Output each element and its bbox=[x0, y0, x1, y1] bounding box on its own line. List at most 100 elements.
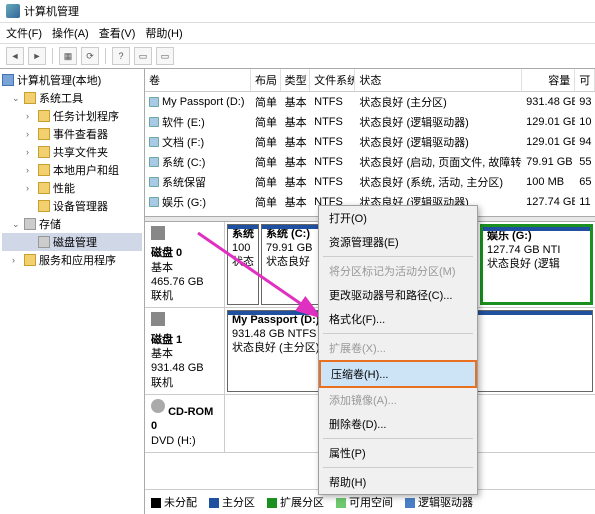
volume-row[interactable]: My Passport (D:)简单基本NTFS状态良好 (主分区)931.48… bbox=[145, 92, 595, 112]
separator bbox=[323, 438, 473, 439]
context-menu: 打开(O) 资源管理器(E) 将分区标记为活动分区(M) 更改驱动器号和路径(C… bbox=[318, 205, 478, 495]
title-bar: 计算机管理 bbox=[0, 0, 595, 23]
col-avail[interactable]: 可 bbox=[575, 69, 595, 91]
volume-row[interactable]: 文档 (F:)简单基本NTFS状态良好 (逻辑驱动器)129.01 GB94 bbox=[145, 132, 595, 152]
back-button[interactable]: ◄ bbox=[6, 47, 24, 65]
separator bbox=[323, 467, 473, 468]
ctx-change-letter[interactable]: 更改驱动器号和路径(C)... bbox=[319, 283, 477, 307]
partition-system-reserved[interactable]: 系统100状态 bbox=[227, 224, 259, 305]
disk-icon bbox=[151, 312, 165, 326]
computer-icon bbox=[2, 74, 14, 86]
toolbar-btn-2[interactable]: ? bbox=[112, 47, 130, 65]
tree-perf[interactable]: ›性能 bbox=[2, 179, 142, 197]
volume-row[interactable]: 系统 (C:)简单基本NTFS状态良好 (启动, 页面文件, 故障转储, 主分区… bbox=[145, 152, 595, 172]
tree-services[interactable]: ›服务和应用程序 bbox=[2, 251, 142, 269]
legend-logical: 逻辑驱动器 bbox=[405, 494, 473, 510]
volume-icon bbox=[149, 117, 159, 127]
event-icon bbox=[38, 128, 50, 140]
separator bbox=[323, 333, 473, 334]
expand-icon[interactable]: › bbox=[12, 255, 21, 265]
menu-help[interactable]: 帮助(H) bbox=[145, 25, 182, 41]
app-icon bbox=[6, 4, 20, 18]
toolbar: ◄ ► ▦ ⟳ ? ▭ ▭ bbox=[0, 44, 595, 69]
ctx-extend: 扩展卷(X)... bbox=[319, 336, 477, 360]
ctx-mark-active: 将分区标记为活动分区(M) bbox=[319, 259, 477, 283]
volume-icon bbox=[149, 177, 159, 187]
separator bbox=[323, 256, 473, 257]
volume-icon bbox=[149, 157, 159, 167]
expand-icon[interactable]: › bbox=[26, 129, 35, 139]
ctx-add-mirror: 添加镜像(A)... bbox=[319, 388, 477, 412]
disk-icon bbox=[151, 226, 165, 240]
tree-root[interactable]: 计算机管理(本地) bbox=[2, 71, 142, 89]
collapse-icon[interactable]: ⌄ bbox=[12, 93, 21, 104]
toolbar-btn-3[interactable]: ▭ bbox=[134, 47, 152, 65]
disk1-label[interactable]: 磁盘 1 基本 931.48 GB 联机 bbox=[145, 308, 225, 393]
partition-c[interactable]: 系统 (C:)79.91 GB状态良好 bbox=[261, 224, 323, 305]
cdrom-label[interactable]: CD-ROM 0 DVD (H:) bbox=[145, 395, 225, 452]
menu-file[interactable]: 文件(F) bbox=[6, 25, 42, 41]
services-icon bbox=[24, 254, 36, 266]
legend-free: 可用空间 bbox=[336, 494, 393, 510]
col-filesystem[interactable]: 文件系统 bbox=[310, 69, 355, 91]
nav-tree: 计算机管理(本地) ⌄系统工具 ›任务计划程序 ›事件查看器 ›共享文件夹 ›本… bbox=[0, 69, 145, 514]
perf-icon bbox=[38, 182, 50, 194]
tree-systools[interactable]: ⌄系统工具 bbox=[2, 89, 142, 107]
expand-icon[interactable]: › bbox=[26, 183, 35, 193]
disk-icon bbox=[38, 236, 50, 248]
legend-unallocated: 未分配 bbox=[151, 494, 197, 510]
cdrom-icon bbox=[151, 399, 165, 413]
share-icon bbox=[38, 146, 50, 158]
volume-icon bbox=[149, 137, 159, 147]
ctx-open[interactable]: 打开(O) bbox=[319, 206, 477, 230]
expand-icon[interactable]: › bbox=[26, 147, 35, 157]
tree-users[interactable]: ›本地用户和组 bbox=[2, 161, 142, 179]
col-type[interactable]: 类型 bbox=[281, 69, 311, 91]
legend-primary: 主分区 bbox=[209, 494, 255, 510]
clock-icon bbox=[38, 110, 50, 122]
col-layout[interactable]: 布局 bbox=[251, 69, 281, 91]
separator bbox=[105, 48, 106, 64]
col-status[interactable]: 状态 bbox=[355, 69, 522, 91]
partition-g[interactable]: 娱乐 (G:)127.74 GB NTI状态良好 (逻辑 bbox=[480, 224, 593, 305]
toolbar-btn-4[interactable]: ▭ bbox=[156, 47, 174, 65]
menu-bar: 文件(F) 操作(A) 查看(V) 帮助(H) bbox=[0, 23, 595, 44]
folder-icon bbox=[24, 92, 36, 104]
col-capacity[interactable]: 容量 bbox=[522, 69, 575, 91]
forward-button[interactable]: ► bbox=[28, 47, 46, 65]
volume-list-header: 卷 布局 类型 文件系统 状态 容量 可 bbox=[145, 69, 595, 92]
device-icon bbox=[38, 200, 50, 212]
tree-devmgr[interactable]: 设备管理器 bbox=[2, 197, 142, 215]
ctx-format[interactable]: 格式化(F)... bbox=[319, 307, 477, 331]
tree-scheduler[interactable]: ›任务计划程序 bbox=[2, 107, 142, 125]
menu-action[interactable]: 操作(A) bbox=[52, 25, 89, 41]
refresh-button[interactable]: ⟳ bbox=[81, 47, 99, 65]
menu-view[interactable]: 查看(V) bbox=[99, 25, 136, 41]
volume-row[interactable]: 系统保留简单基本NTFS状态良好 (系统, 活动, 主分区)100 MB65 bbox=[145, 172, 595, 192]
tree-shared[interactable]: ›共享文件夹 bbox=[2, 143, 142, 161]
tree-eventviewer[interactable]: ›事件查看器 bbox=[2, 125, 142, 143]
col-volume[interactable]: 卷 bbox=[145, 69, 251, 91]
tree-storage[interactable]: ⌄存储 bbox=[2, 215, 142, 233]
ctx-delete[interactable]: 删除卷(D)... bbox=[319, 412, 477, 436]
disk0-label[interactable]: 磁盘 0 基本 465.76 GB 联机 bbox=[145, 222, 225, 307]
expand-icon[interactable]: › bbox=[26, 165, 35, 175]
storage-icon bbox=[24, 218, 36, 230]
ctx-help[interactable]: 帮助(H) bbox=[319, 470, 477, 494]
users-icon bbox=[38, 164, 50, 176]
expand-icon[interactable]: › bbox=[26, 111, 35, 121]
toolbar-btn-1[interactable]: ▦ bbox=[59, 47, 77, 65]
collapse-icon[interactable]: ⌄ bbox=[12, 219, 21, 230]
ctx-shrink[interactable]: 压缩卷(H)... bbox=[319, 360, 477, 388]
volume-list: My Passport (D:)简单基本NTFS状态良好 (主分区)931.48… bbox=[145, 92, 595, 212]
ctx-properties[interactable]: 属性(P) bbox=[319, 441, 477, 465]
legend-extended: 扩展分区 bbox=[267, 494, 324, 510]
volume-icon bbox=[149, 97, 159, 107]
main-area: 计算机管理(本地) ⌄系统工具 ›任务计划程序 ›事件查看器 ›共享文件夹 ›本… bbox=[0, 69, 595, 514]
volume-row[interactable]: 软件 (E:)简单基本NTFS状态良好 (逻辑驱动器)129.01 GB10 bbox=[145, 112, 595, 132]
ctx-explorer[interactable]: 资源管理器(E) bbox=[319, 230, 477, 254]
tree-diskmgmt[interactable]: 磁盘管理 bbox=[2, 233, 142, 251]
separator bbox=[52, 48, 53, 64]
window-title: 计算机管理 bbox=[24, 3, 79, 19]
volume-icon bbox=[149, 197, 159, 207]
